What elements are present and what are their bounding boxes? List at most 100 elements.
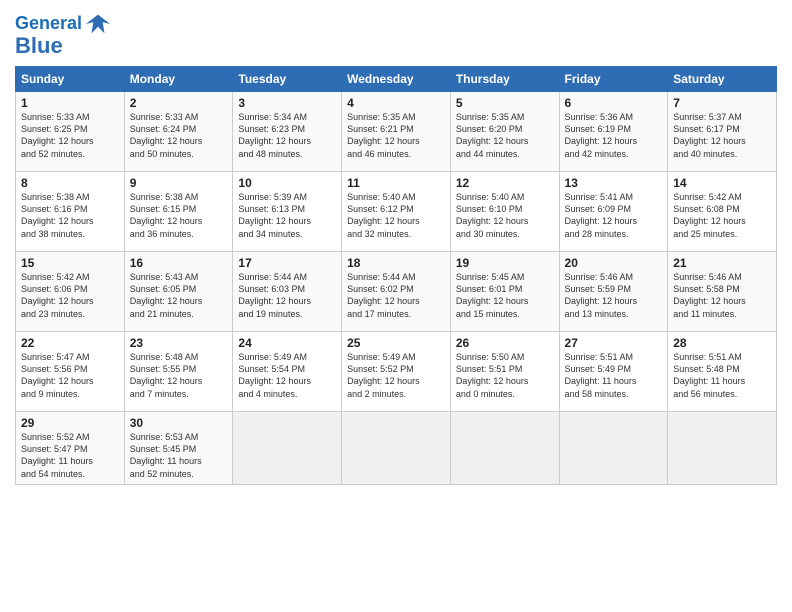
logo-blue-text: Blue [15, 34, 63, 58]
calendar-cell: 29 Sunrise: 5:52 AMSunset: 5:47 PMDayligh… [16, 412, 125, 485]
day-info: Sunrise: 5:51 AMSunset: 5:49 PMDaylight:… [565, 352, 637, 398]
calendar-cell: 17 Sunrise: 5:44 AMSunset: 6:03 PMDayligh… [233, 252, 342, 332]
day-info: Sunrise: 5:49 AMSunset: 5:54 PMDaylight:… [238, 352, 311, 398]
day-info: Sunrise: 5:42 AMSunset: 6:06 PMDaylight:… [21, 272, 94, 318]
page-container: General Blue SundayMondayTuesdayWednesda… [0, 0, 792, 495]
day-info: Sunrise: 5:33 AMSunset: 6:24 PMDaylight:… [130, 112, 203, 158]
day-info: Sunrise: 5:46 AMSunset: 5:59 PMDaylight:… [565, 272, 638, 318]
day-number: 25 [347, 336, 445, 350]
day-number: 10 [238, 176, 336, 190]
weekday-header-monday: Monday [124, 67, 233, 92]
day-number: 11 [347, 176, 445, 190]
day-info: Sunrise: 5:48 AMSunset: 5:55 PMDaylight:… [130, 352, 203, 398]
day-number: 18 [347, 256, 445, 270]
calendar-cell: 18 Sunrise: 5:44 AMSunset: 6:02 PMDayligh… [342, 252, 451, 332]
calendar-cell: 30 Sunrise: 5:53 AMSunset: 5:45 PMDayligh… [124, 412, 233, 485]
day-number: 13 [565, 176, 663, 190]
calendar-table: SundayMondayTuesdayWednesdayThursdayFrid… [15, 66, 777, 485]
calendar-cell: 20 Sunrise: 5:46 AMSunset: 5:59 PMDayligh… [559, 252, 668, 332]
day-number: 22 [21, 336, 119, 350]
day-number: 1 [21, 96, 119, 110]
day-info: Sunrise: 5:53 AMSunset: 5:45 PMDaylight:… [130, 432, 202, 478]
calendar-cell: 9 Sunrise: 5:38 AMSunset: 6:15 PMDaylight… [124, 172, 233, 252]
calendar-cell [342, 412, 451, 485]
calendar-cell: 24 Sunrise: 5:49 AMSunset: 5:54 PMDayligh… [233, 332, 342, 412]
logo-text: General [15, 14, 82, 34]
day-info: Sunrise: 5:44 AMSunset: 6:03 PMDaylight:… [238, 272, 311, 318]
calendar-row-5: 29 Sunrise: 5:52 AMSunset: 5:47 PMDayligh… [16, 412, 777, 485]
calendar-row-1: 1 Sunrise: 5:33 AMSunset: 6:25 PMDaylight… [16, 92, 777, 172]
day-number: 15 [21, 256, 119, 270]
day-number: 14 [673, 176, 771, 190]
day-info: Sunrise: 5:52 AMSunset: 5:47 PMDaylight:… [21, 432, 93, 478]
calendar-row-2: 8Sunrise: 5:38 AMSunset: 6:16 PMDaylight… [16, 172, 777, 252]
weekday-header-sunday: Sunday [16, 67, 125, 92]
calendar-cell: 27 Sunrise: 5:51 AMSunset: 5:49 PMDayligh… [559, 332, 668, 412]
header: General Blue [15, 10, 777, 58]
weekday-header-row: SundayMondayTuesdayWednesdayThursdayFrid… [16, 67, 777, 92]
calendar-cell: 16 Sunrise: 5:43 AMSunset: 6:05 PMDayligh… [124, 252, 233, 332]
day-number: 28 [673, 336, 771, 350]
calendar-cell: 19Sunrise: 5:45 AMSunset: 6:01 PMDayligh… [450, 252, 559, 332]
day-number: 20 [565, 256, 663, 270]
calendar-cell [233, 412, 342, 485]
day-info: Sunrise: 5:38 AMSunset: 6:15 PMDaylight:… [130, 192, 203, 238]
calendar-cell: 28Sunrise: 5:51 AMSunset: 5:48 PMDayligh… [668, 332, 777, 412]
day-info: Sunrise: 5:41 AMSunset: 6:09 PMDaylight:… [565, 192, 638, 238]
calendar-row-3: 15 Sunrise: 5:42 AMSunset: 6:06 PMDayligh… [16, 252, 777, 332]
day-number: 23 [130, 336, 228, 350]
day-number: 4 [347, 96, 445, 110]
calendar-cell [450, 412, 559, 485]
calendar-cell: 8Sunrise: 5:38 AMSunset: 6:16 PMDaylight… [16, 172, 125, 252]
day-number: 9 [130, 176, 228, 190]
day-info: Sunrise: 5:40 AMSunset: 6:10 PMDaylight:… [456, 192, 529, 238]
day-number: 5 [456, 96, 554, 110]
calendar-cell: 15 Sunrise: 5:42 AMSunset: 6:06 PMDayligh… [16, 252, 125, 332]
calendar-cell: 12 Sunrise: 5:40 AMSunset: 6:10 PMDayligh… [450, 172, 559, 252]
calendar-cell: 13 Sunrise: 5:41 AMSunset: 6:09 PMDayligh… [559, 172, 668, 252]
calendar-cell: 5 Sunrise: 5:35 AMSunset: 6:20 PMDaylight… [450, 92, 559, 172]
day-number: 7 [673, 96, 771, 110]
calendar-row-4: 22 Sunrise: 5:47 AMSunset: 5:56 PMDayligh… [16, 332, 777, 412]
day-info: Sunrise: 5:44 AMSunset: 6:02 PMDaylight:… [347, 272, 420, 318]
calendar-cell: 23 Sunrise: 5:48 AMSunset: 5:55 PMDayligh… [124, 332, 233, 412]
day-info: Sunrise: 5:42 AMSunset: 6:08 PMDaylight:… [673, 192, 746, 238]
day-number: 3 [238, 96, 336, 110]
day-info: Sunrise: 5:50 AMSunset: 5:51 PMDaylight:… [456, 352, 529, 398]
day-info: Sunrise: 5:35 AMSunset: 6:21 PMDaylight:… [347, 112, 420, 158]
weekday-header-saturday: Saturday [668, 67, 777, 92]
day-info: Sunrise: 5:37 AMSunset: 6:17 PMDaylight:… [673, 112, 746, 158]
weekday-header-wednesday: Wednesday [342, 67, 451, 92]
day-info: Sunrise: 5:33 AMSunset: 6:25 PMDaylight:… [21, 112, 94, 158]
weekday-header-tuesday: Tuesday [233, 67, 342, 92]
day-number: 21 [673, 256, 771, 270]
calendar-cell: 4 Sunrise: 5:35 AMSunset: 6:21 PMDaylight… [342, 92, 451, 172]
day-number: 17 [238, 256, 336, 270]
day-number: 26 [456, 336, 554, 350]
calendar-cell: 14 Sunrise: 5:42 AMSunset: 6:08 PMDayligh… [668, 172, 777, 252]
day-number: 24 [238, 336, 336, 350]
day-info: Sunrise: 5:47 AMSunset: 5:56 PMDaylight:… [21, 352, 94, 398]
day-number: 29 [21, 416, 119, 430]
day-number: 6 [565, 96, 663, 110]
calendar-cell: 7 Sunrise: 5:37 AMSunset: 6:17 PMDaylight… [668, 92, 777, 172]
calendar-cell: 26 Sunrise: 5:50 AMSunset: 5:51 PMDayligh… [450, 332, 559, 412]
calendar-cell: 10Sunrise: 5:39 AMSunset: 6:13 PMDayligh… [233, 172, 342, 252]
weekday-header-friday: Friday [559, 67, 668, 92]
calendar-cell [559, 412, 668, 485]
calendar-cell: 21 Sunrise: 5:46 AMSunset: 5:58 PMDayligh… [668, 252, 777, 332]
day-number: 16 [130, 256, 228, 270]
day-info: Sunrise: 5:35 AMSunset: 6:20 PMDaylight:… [456, 112, 529, 158]
calendar-cell: 6Sunrise: 5:36 AMSunset: 6:19 PMDaylight… [559, 92, 668, 172]
logo: General Blue [15, 10, 112, 58]
day-info: Sunrise: 5:46 AMSunset: 5:58 PMDaylight:… [673, 272, 746, 318]
calendar-cell: 3 Sunrise: 5:34 AMSunset: 6:23 PMDaylight… [233, 92, 342, 172]
day-number: 27 [565, 336, 663, 350]
day-info: Sunrise: 5:45 AMSunset: 6:01 PMDaylight:… [456, 272, 529, 318]
day-number: 30 [130, 416, 228, 430]
day-info: Sunrise: 5:43 AMSunset: 6:05 PMDaylight:… [130, 272, 203, 318]
day-number: 12 [456, 176, 554, 190]
day-info: Sunrise: 5:34 AMSunset: 6:23 PMDaylight:… [238, 112, 311, 158]
day-number: 2 [130, 96, 228, 110]
calendar-cell [668, 412, 777, 485]
